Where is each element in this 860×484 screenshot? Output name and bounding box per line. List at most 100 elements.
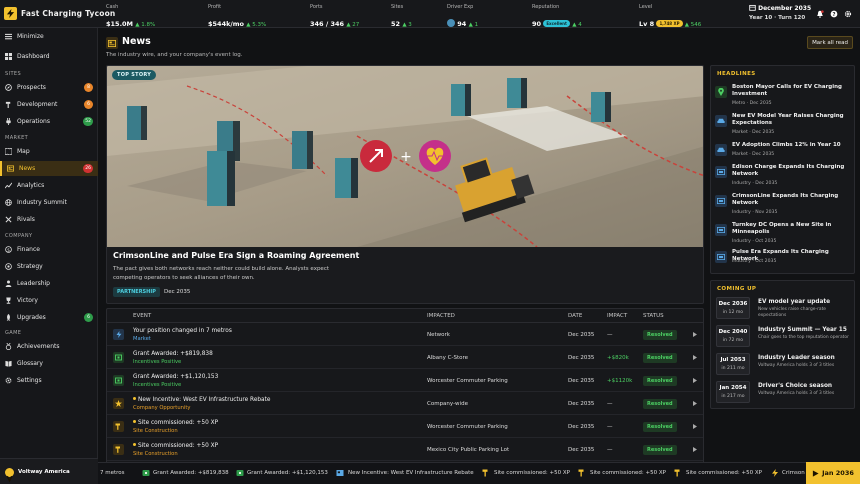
grant-icon <box>142 470 150 476</box>
company-switcher[interactable]: Voltway America <box>0 458 98 484</box>
sidebar-item-minimize[interactable]: Minimize <box>0 29 98 44</box>
car-icon <box>715 115 727 127</box>
ticker-item[interactable]: 7 metros <box>100 470 125 476</box>
sidebar-item-prospects[interactable]: Prospects 8 <box>0 80 98 95</box>
stat-reputation[interactable]: Reputation 90 Excellent ▲ 4 <box>532 4 582 30</box>
stat-sites[interactable]: Sites 52 ▲ 3 <box>391 4 412 30</box>
rocket-icon <box>6 314 11 321</box>
stat-driver-exp[interactable]: Driver Exp 94 ▲ 1 <box>447 4 478 30</box>
sidebar-item-strategy[interactable]: Strategy <box>0 259 98 274</box>
chevron-right-icon[interactable] <box>693 355 697 360</box>
top-story-card[interactable]: + TOP STORY CrimsonLine and Pulse Era Si… <box>106 65 704 304</box>
col-date[interactable]: DATE <box>568 313 582 319</box>
help-icon[interactable]: ? <box>830 10 838 18</box>
analytics-icon <box>5 182 12 189</box>
status-badge: Resolved <box>643 353 677 363</box>
headline-item[interactable]: Edison Charge Expands Its Charging Netwo… <box>715 163 852 190</box>
chevron-right-icon[interactable] <box>693 447 697 452</box>
gear-icon[interactable] <box>844 10 852 18</box>
sidebar-item-finance[interactable]: $ Finance <box>0 242 98 257</box>
sidebar-item-achievements[interactable]: Achievements <box>0 339 98 354</box>
news-header-icon <box>106 37 118 49</box>
svg-text:+: + <box>400 149 412 165</box>
top-story-date: Dec 2035 <box>164 289 191 295</box>
sidebar-item-analytics[interactable]: Analytics <box>0 178 98 193</box>
headlines-panel: HEADLINES Boston Mayor Calls for EV Char… <box>710 65 855 274</box>
col-status[interactable]: STATUS <box>643 313 664 319</box>
sidebar-item-glossary[interactable]: Glossary <box>0 356 98 371</box>
ticker-item[interactable]: Crimson <box>782 470 805 476</box>
mark-all-read-button[interactable]: Mark all read <box>807 36 853 49</box>
upcoming-item[interactable]: Jul 2053 in 211 mo Industry Leader seaso… <box>716 353 851 381</box>
col-event[interactable]: EVENT <box>133 313 151 319</box>
chevron-right-icon[interactable] <box>693 378 697 383</box>
chevron-right-icon[interactable] <box>693 401 697 406</box>
stat-cash[interactable]: Cash $15.0M ▲ 1.8% <box>106 4 155 30</box>
sidebar-item-industry-summit[interactable]: Industry Summit <box>0 195 98 210</box>
headline-item[interactable]: CrimsonLine Expands Its Charging Network… <box>715 192 852 219</box>
sidebar-item-news[interactable]: News 26 <box>0 161 98 176</box>
upcoming-item[interactable]: Jan 2054 in 217 mo Driver's Choice seaso… <box>716 381 851 409</box>
charging-site-illustration: + <box>107 66 703 247</box>
upcoming-date: Dec 2040 in 72 mo <box>716 325 750 347</box>
ticker-item[interactable]: Site commissioned: +50 XP <box>590 470 666 476</box>
stat-profit[interactable]: Profit $544k/mo ▲ 5.3% <box>208 4 266 30</box>
swords-icon <box>5 216 12 223</box>
plug-icon <box>6 118 11 125</box>
sidebar-item-map[interactable]: Map <box>0 144 98 159</box>
table-row[interactable]: Your position changed in 7 metros Market… <box>107 323 703 346</box>
ticker-item[interactable]: Grant Awarded: +$819,838 <box>153 470 229 476</box>
book-icon <box>5 360 12 367</box>
sidebar-item-upgrades[interactable]: Upgrades 6 <box>0 310 98 325</box>
lightning-logo-icon <box>4 7 17 20</box>
sidebar-item-dashboard[interactable]: Dashboard <box>0 49 98 64</box>
menu-icon <box>5 33 12 40</box>
trophy-icon <box>6 297 11 304</box>
table-row[interactable]: New Incentive: West EV Infrastructure Re… <box>107 392 703 415</box>
hammer-icon <box>5 101 11 108</box>
reputation-badge: Excellent <box>543 20 570 27</box>
table-row[interactable]: Grant Awarded: +$819,838 Incentives Posi… <box>107 346 703 369</box>
table-row[interactable]: Grant Awarded: +$1,120,153 Incentives Po… <box>107 369 703 392</box>
ticker-item[interactable]: Site commissioned: +50 XP <box>494 470 570 476</box>
headline-item[interactable]: Boston Mayor Calls for EV Charging Inves… <box>715 83 852 110</box>
upcoming-item[interactable]: Dec 2036 in 12 mo EV model year update N… <box>716 297 851 325</box>
chevron-right-icon[interactable] <box>693 424 697 429</box>
sidebar-item-victory[interactable]: Victory <box>0 293 98 308</box>
stat-ports[interactable]: Ports 346 / 346 ▲ 27 <box>310 4 359 30</box>
next-turn-button[interactable]: Jan 2036 <box>806 462 860 484</box>
person-icon <box>5 280 12 287</box>
prospects-badge: 8 <box>84 83 93 92</box>
sidebar-item-settings[interactable]: Settings <box>0 373 98 388</box>
ticker-item[interactable]: Grant Awarded: +$1,120,153 <box>247 470 328 476</box>
chevron-right-icon[interactable] <box>693 332 697 337</box>
unread-dot <box>133 443 136 446</box>
construction-icon <box>674 469 680 477</box>
top-story-description: The pact gives both networks reach neith… <box>113 266 330 281</box>
headline-item[interactable]: Turnkey DC Opens a New Site in Minneapol… <box>715 221 852 248</box>
col-impact[interactable]: IMPACT <box>607 313 627 319</box>
upcoming-item[interactable]: Dec 2040 in 72 mo Industry Summit — Year… <box>716 325 851 353</box>
unread-dot <box>133 420 136 423</box>
sidebar-item-leadership[interactable]: Leadership <box>0 276 98 291</box>
sidebar-item-operations[interactable]: Operations 52 <box>0 114 98 129</box>
table-row[interactable]: Site commissioned: +50 XP Site Construct… <box>107 438 703 461</box>
col-impacted[interactable]: IMPACTED <box>427 313 455 319</box>
ticker-item[interactable]: New Incentive: West EV Infrastructure Re… <box>348 470 474 476</box>
page-subtitle: The industry wire, and your company's ev… <box>106 52 243 58</box>
sidebar-item-development[interactable]: Development 6 <box>0 97 98 112</box>
event-table-header: EVENT IMPACTED DATE IMPACT STATUS <box>107 309 703 323</box>
stat-level[interactable]: Level Lv 8 1,748 XP ▲ 546 <box>639 4 701 30</box>
sidebar-item-rivals[interactable]: Rivals <box>0 212 98 227</box>
ticker-item[interactable]: Site commissioned: +50 XP <box>686 470 762 476</box>
play-icon <box>812 469 819 477</box>
table-row[interactable]: Site commissioned: +50 XP Site Construct… <box>107 415 703 438</box>
section-sites: SITES <box>5 71 22 77</box>
globe-icon <box>5 199 12 206</box>
bell-icon[interactable] <box>816 10 824 18</box>
company-logo-icon <box>5 468 14 483</box>
headline-item[interactable]: New EV Model Year Raises Charging Expect… <box>715 112 852 139</box>
coin-icon: $ <box>5 246 12 253</box>
settings-gear-icon <box>5 377 12 384</box>
headline-item[interactable]: Pulse Era Expands Its Charging Network I… <box>715 248 852 275</box>
